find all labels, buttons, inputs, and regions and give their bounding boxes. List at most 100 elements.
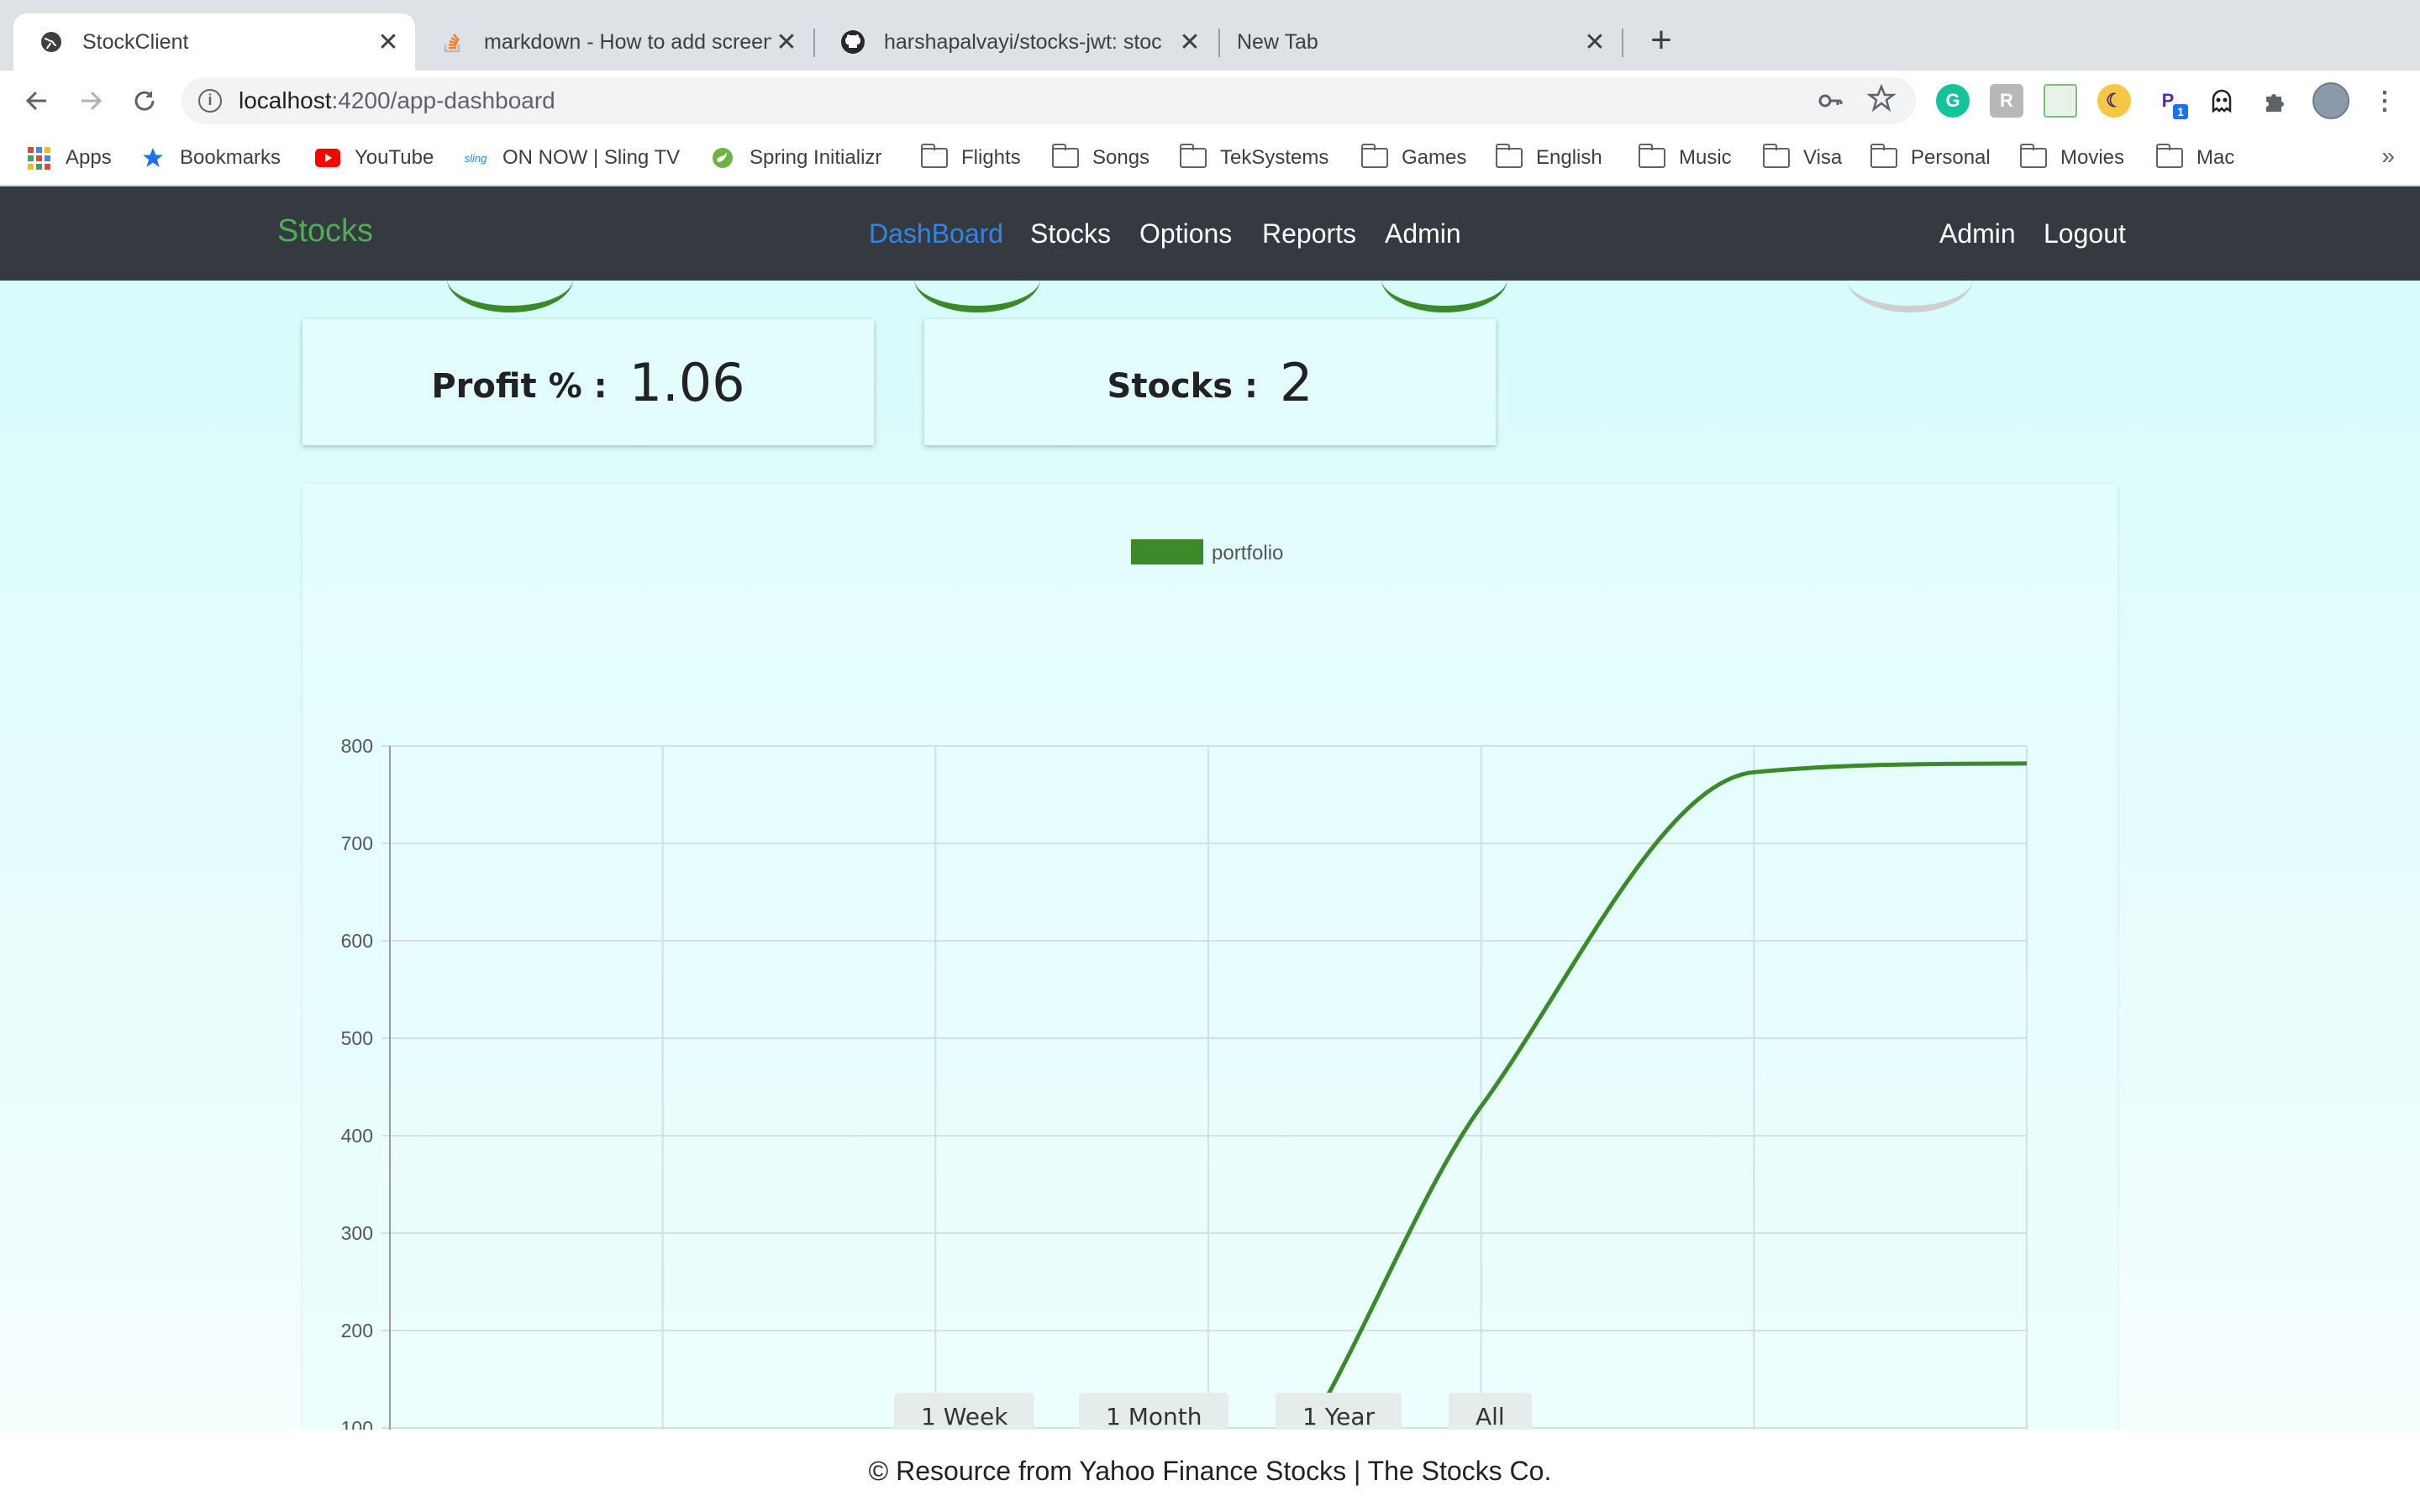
tab-title: harshapalvayi/stocks-jwt: stoc bbox=[884, 29, 1162, 54]
bookmark-label: ON NOW | Sling TV bbox=[502, 146, 681, 169]
forward-button[interactable] bbox=[69, 79, 113, 123]
reload-icon bbox=[134, 91, 155, 111]
bookmark-label: Personal bbox=[1911, 146, 1991, 169]
stocks-stat-card: Stocks : 2 bbox=[924, 319, 1496, 445]
nav-stocks[interactable]: Stocks bbox=[1030, 218, 1111, 249]
y-tick-label: 200 bbox=[341, 1320, 373, 1341]
bookmark-folder-movies[interactable]: Movies bbox=[2020, 143, 2124, 173]
address-bar[interactable]: i localhost:4200/app-dashboard bbox=[182, 77, 1916, 124]
bookmark-folder-flights[interactable]: Flights bbox=[921, 143, 1021, 173]
bookmark-label: Apps bbox=[66, 146, 112, 169]
bookmark-label: Bookmarks bbox=[180, 146, 281, 169]
bookmark-label: Songs bbox=[1092, 146, 1150, 169]
extension-grey-icon[interactable]: R bbox=[1990, 84, 2023, 118]
bookmark-label: Music bbox=[1679, 146, 1732, 169]
extensions-puzzle-icon[interactable] bbox=[2259, 84, 2292, 118]
tab-title: markdown - How to add screen bbox=[484, 29, 771, 54]
portfolio-line-chart: 010020030040050060070080010-Dec-202011-D… bbox=[341, 539, 2028, 1512]
app-page: Stocks DashBoard Stocks Options Reports … bbox=[0, 186, 2420, 1512]
url-text[interactable]: localhost:4200/app-dashboard bbox=[239, 87, 555, 114]
bookmarks-overflow-chevron-icon[interactable]: » bbox=[2381, 143, 2395, 170]
bookmark-label: English bbox=[1536, 146, 1602, 169]
menu-kebab-icon[interactable]: ⋮ bbox=[2368, 84, 2402, 118]
tab-title: StockClient bbox=[82, 29, 189, 54]
grammarly-extension-icon[interactable]: G bbox=[1936, 84, 1970, 118]
bookmark-spring[interactable]: Spring Initializr bbox=[709, 143, 881, 173]
reload-button[interactable] bbox=[123, 79, 166, 123]
nav-dashboard[interactable]: DashBoard bbox=[869, 218, 1003, 249]
url-host: localhost bbox=[239, 87, 332, 113]
profit-label: Profit % : bbox=[431, 367, 608, 406]
ghost-extension-icon[interactable] bbox=[2205, 84, 2238, 118]
y-tick-label: 800 bbox=[341, 735, 373, 757]
bookmark-folder-visa[interactable]: Visa bbox=[1763, 143, 1842, 173]
bookmark-folder-teksystems[interactable]: TekSystems bbox=[1180, 143, 1328, 173]
bookmark-folder-songs[interactable]: Songs bbox=[1052, 143, 1150, 173]
folder-icon bbox=[1361, 144, 1388, 169]
bookmarks-bar: Apps Bookmarks YouTube sling ON NOW | Sl… bbox=[0, 131, 2420, 186]
new-tab-button[interactable]: + bbox=[1642, 22, 1681, 60]
y-tick-label: 700 bbox=[341, 832, 373, 854]
profile-avatar[interactable] bbox=[2312, 82, 2349, 119]
folder-icon bbox=[1763, 144, 1790, 169]
nav-admin[interactable]: Admin bbox=[1385, 218, 1461, 249]
site-info-icon[interactable]: i bbox=[198, 89, 222, 113]
bookmark-sling[interactable]: sling ON NOW | Sling TV bbox=[462, 143, 681, 173]
bookmark-label: TekSystems bbox=[1220, 146, 1329, 169]
folder-icon bbox=[1639, 144, 1665, 169]
github-icon bbox=[840, 29, 865, 55]
bookmark-label: Visa bbox=[1803, 146, 1843, 169]
bookmark-folder-personal[interactable]: Personal bbox=[1870, 143, 1991, 173]
brand-logo[interactable]: Stocks bbox=[277, 213, 373, 249]
tab-close-icon[interactable]: ✕ bbox=[1580, 28, 1610, 57]
night-mode-extension-icon[interactable]: ☾ bbox=[2097, 84, 2131, 118]
bookmark-label: Flights bbox=[961, 146, 1021, 169]
stocks-label: Stocks : bbox=[1107, 367, 1258, 406]
bookmark-folder-games[interactable]: Games bbox=[1361, 143, 1466, 173]
bookmark-folder-english[interactable]: English bbox=[1496, 143, 1602, 173]
browser-tab-strip: StockClient ✕ markdown - How to add scre… bbox=[0, 0, 2420, 71]
app-navbar: Stocks DashBoard Stocks Options Reports … bbox=[0, 186, 2420, 281]
apps-grid-icon bbox=[25, 146, 52, 170]
tab-markdown[interactable]: markdown - How to add screen ✕ bbox=[415, 13, 813, 71]
tab-divider bbox=[1622, 29, 1623, 57]
arrow-left-icon bbox=[25, 91, 46, 111]
nav-logout[interactable]: Logout bbox=[2044, 218, 2126, 249]
youtube-icon bbox=[314, 147, 341, 169]
legend-label: portfolio bbox=[1212, 542, 1283, 564]
bookmark-folder-mac[interactable]: Mac bbox=[2156, 143, 2234, 173]
tab-close-icon[interactable]: ✕ bbox=[373, 28, 403, 57]
bookmark-label: Spring Initializr bbox=[750, 146, 882, 169]
nav-options[interactable]: Options bbox=[1139, 218, 1232, 249]
password-key-icon[interactable] bbox=[1817, 87, 1844, 121]
tab-stockclient[interactable]: StockClient ✕ bbox=[13, 13, 415, 71]
stocks-value: 2 bbox=[1280, 351, 1313, 413]
bookmark-bookmarks[interactable]: Bookmarks bbox=[139, 143, 281, 173]
nav-admin-right[interactable]: Admin bbox=[1939, 218, 2016, 249]
tab-close-icon[interactable]: ✕ bbox=[1175, 28, 1205, 57]
tab-close-icon[interactable]: ✕ bbox=[771, 28, 802, 57]
back-button[interactable] bbox=[15, 79, 59, 123]
profit-stat-card: Profit % : 1.06 bbox=[302, 319, 874, 445]
sheets-extension-icon[interactable] bbox=[2044, 84, 2077, 118]
tab-new-tab[interactable]: New Tab ✕ bbox=[1220, 13, 1622, 71]
tab-github[interactable]: harshapalvayi/stocks-jwt: stoc ✕ bbox=[815, 13, 1217, 71]
bookmark-label: YouTube bbox=[355, 146, 434, 169]
bookmark-apps[interactable]: Apps bbox=[25, 143, 112, 173]
globe-icon bbox=[39, 29, 64, 55]
folder-icon bbox=[2020, 144, 2047, 169]
y-tick-label: 400 bbox=[341, 1125, 373, 1147]
extension-badge: 1 bbox=[2173, 104, 2188, 119]
bookmark-star-icon[interactable] bbox=[1866, 83, 1897, 120]
bookmark-youtube[interactable]: YouTube bbox=[314, 143, 434, 173]
url-path: :4200/app-dashboard bbox=[331, 87, 555, 113]
spring-icon bbox=[709, 147, 736, 169]
extension-badge-icon[interactable]: P1 bbox=[2151, 84, 2188, 119]
tab-title: New Tab bbox=[1237, 29, 1318, 54]
nav-reports[interactable]: Reports bbox=[1262, 218, 1356, 249]
arrow-right-icon bbox=[82, 91, 103, 111]
y-tick-label: 600 bbox=[341, 930, 373, 952]
legend-swatch bbox=[1131, 539, 1203, 564]
bookmark-folder-music[interactable]: Music bbox=[1639, 143, 1732, 173]
folder-icon bbox=[1870, 144, 1897, 169]
